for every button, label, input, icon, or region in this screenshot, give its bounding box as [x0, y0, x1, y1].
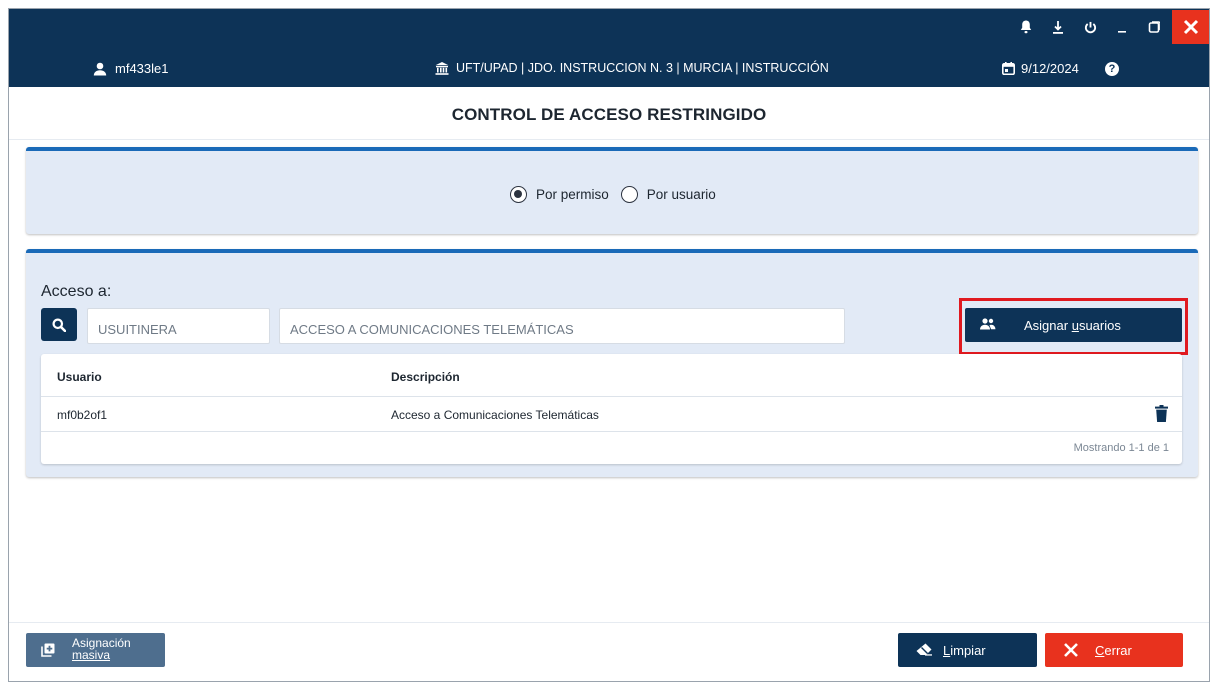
date-info: 9/12/2024 — [1002, 61, 1079, 76]
search-icon — [52, 318, 66, 332]
cell-descripcion: Acceso a Comunicaciones Telemáticas — [391, 408, 599, 422]
add-copy-icon — [41, 643, 55, 657]
radio-label: Por usuario — [646, 187, 716, 202]
user-id: mf433le1 — [115, 61, 169, 76]
user-icon — [93, 62, 107, 75]
header-bar: mf433le1 UFT/UPAD | JDO. INSTRUCCION N. … — [9, 9, 1209, 87]
close-button[interactable]: Cerrar — [1045, 633, 1183, 667]
divider — [9, 622, 1209, 623]
clear-button[interactable]: Limpiar — [898, 633, 1037, 667]
cell-usuario: mf0b2of1 — [57, 408, 108, 422]
divider — [9, 139, 1209, 140]
radio-por-usuario[interactable]: Por usuario — [620, 186, 716, 203]
highlight-box: Asignar usuarios — [959, 298, 1188, 355]
close-icon[interactable] — [1172, 10, 1209, 44]
court-text: UFT/UPAD | JDO. INSTRUCCION N. 3 | MURCI… — [456, 61, 829, 75]
window-controls — [1010, 9, 1209, 45]
mass-assign-button[interactable]: Asignación masiva — [26, 633, 165, 667]
mass-assign-label: Asignación masiva — [72, 636, 131, 662]
users-icon — [980, 318, 996, 330]
radio-unchecked-icon[interactable] — [620, 186, 638, 203]
court-info: UFT/UPAD | JDO. INSTRUCCION N. 3 | MURCI… — [435, 61, 829, 75]
user-info: mf433le1 — [93, 61, 168, 76]
current-date: 9/12/2024 — [1021, 61, 1079, 76]
bell-icon[interactable] — [1010, 9, 1042, 45]
eraser-icon — [916, 643, 932, 656]
help-icon[interactable]: ? — [1105, 62, 1119, 76]
assign-users-button[interactable]: Asignar usuarios — [965, 308, 1182, 342]
mode-radio-group: Por permiso Por usuario — [510, 186, 728, 203]
search-button[interactable] — [41, 308, 77, 341]
radio-por-permiso[interactable]: Por permiso — [510, 186, 609, 203]
access-table: Usuario Descripción mf0b2of1 Acceso a Co… — [41, 354, 1182, 464]
access-panel: Acceso a: USUITINERA ACCESO A COMUNICACI… — [26, 249, 1198, 477]
pagination-info: Mostrando 1-1 de 1 — [1073, 442, 1169, 454]
table-row[interactable]: mf0b2of1 Acceso a Comunicaciones Telemát… — [41, 397, 1182, 432]
access-label: Acceso a: — [41, 283, 112, 300]
power-icon[interactable] — [1074, 9, 1106, 45]
column-header-usuario[interactable]: Usuario — [57, 370, 102, 384]
close-x-icon — [1064, 643, 1078, 657]
access-code-field[interactable]: USUITINERA — [87, 308, 270, 344]
app-window: mf433le1 UFT/UPAD | JDO. INSTRUCCION N. … — [8, 8, 1210, 682]
access-description-field[interactable]: ACCESO A COMUNICACIONES TELEMÁTICAS — [279, 308, 845, 344]
calendar-icon — [1002, 62, 1015, 75]
radio-label: Por permiso — [536, 187, 609, 202]
trash-icon[interactable] — [1155, 405, 1168, 422]
column-header-descripcion[interactable]: Descripción — [391, 370, 460, 384]
radio-checked-icon[interactable] — [510, 186, 527, 203]
close-label: Cerrar — [1095, 643, 1132, 658]
clear-label: Limpiar — [943, 643, 986, 658]
table-header: Usuario Descripción — [41, 354, 1182, 397]
institution-icon — [435, 61, 449, 75]
mode-panel: Por permiso Por usuario — [26, 147, 1198, 234]
page-title: CONTROL DE ACCESO RESTRINGIDO — [451, 105, 767, 124]
restore-icon[interactable] — [1138, 9, 1170, 45]
assign-users-label: Asignar usuarios — [1024, 318, 1121, 333]
minimize-icon[interactable] — [1106, 9, 1138, 45]
download-icon[interactable] — [1042, 9, 1074, 45]
